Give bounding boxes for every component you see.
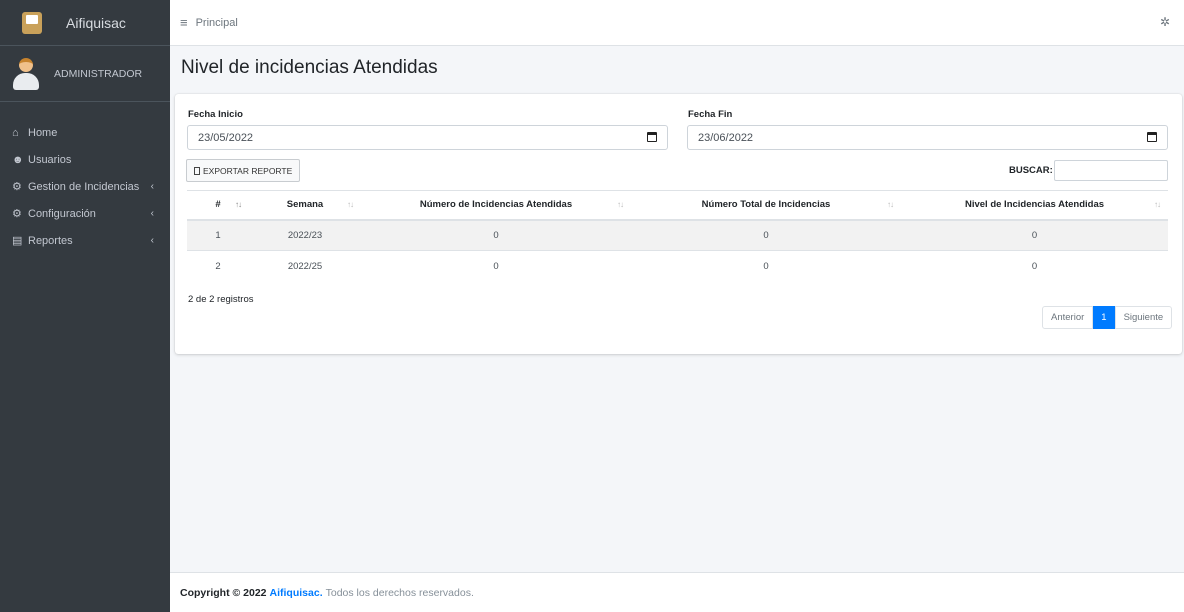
start-date-label: Fecha Inicio [188,109,243,120]
sidebar-item-configuracion[interactable]: ⚙ Configuración ‹ [0,200,170,227]
pagination: Anterior 1 Siguiente [1042,306,1173,329]
cell-semana: 2022/23 [249,219,361,251]
sort-icon: ↑↓ [1154,200,1161,209]
table-header-row: # ↑↓ Semana ↑↓ Número de Incidencias Atend… [187,190,1168,221]
column-header-semana[interactable]: Semana ↑↓ [249,190,361,221]
sidebar-item-gestion-incidencias[interactable]: ⚙ Gestion de Incidencias ‹ [0,173,170,200]
sidebar-item-usuarios[interactable]: ☻ Usuarios [0,146,170,173]
sidebar-item-reportes[interactable]: ▤ Reportes ‹ [0,227,170,254]
document-icon [194,166,200,175]
table-row[interactable]: 1 2022/23 0 0 0 [187,219,1168,251]
footer: Copyright © 2022 Aifiquisac. Todos los d… [170,572,1184,612]
sidebar-item-label: Home [28,126,58,139]
logo-icon [22,11,42,34]
start-date-value: 23/05/2022 [198,131,254,144]
column-header-nivel[interactable]: Nivel de Incidencias Atendidas ↑↓ [901,190,1168,221]
sidebar-nav: ⌂ Home ☻ Usuarios ⚙ Gestion de Incidenci… [0,102,170,254]
sidebar-item-label: Gestion de Incidencias [28,180,140,193]
footer-rights: Todos los derechos reservados. [325,586,474,599]
end-date-input[interactable]: 23/06/2022 [687,125,1168,150]
sidebar-item-home[interactable]: ⌂ Home [0,119,170,146]
chevron-left-icon: ‹ [150,235,154,246]
cell-total: 0 [631,250,901,282]
table-info: 2 de 2 registros [188,294,254,305]
sidebar-item-label: Usuarios [28,153,72,166]
breadcrumb[interactable]: Principal [196,17,238,29]
chart-icon: ▤ [12,235,23,247]
topbar: ≡ Principal ✲ [170,0,1184,46]
cell-number: 1 [187,219,249,251]
cogs-icon: ⚙ [12,181,22,193]
cell-atendidas: 0 [361,219,631,251]
sidebar-item-label: Configuración [28,207,96,220]
cell-semana: 2022/25 [249,250,361,282]
sort-icon: ↑↓ [617,200,624,209]
footer-copyright: Copyright © 2022 [180,586,267,599]
gear-icon[interactable]: ✲ [1160,15,1170,29]
user-name: ADMINISTRADOR [54,67,143,80]
cell-nivel: 0 [901,250,1168,282]
pagination-previous[interactable]: Anterior [1042,306,1094,329]
home-icon: ⌂ [12,126,19,139]
end-date-value: 23/06/2022 [698,131,754,144]
sort-icon: ↑↓ [887,200,894,209]
table-row[interactable]: 2 2022/25 0 0 0 [187,250,1168,282]
export-report-label: EXPORTAR REPORTE [203,165,293,176]
pagination-next[interactable]: Siguiente [1114,306,1173,329]
column-header-total[interactable]: Número Total de Incidencias ↑↓ [631,190,901,221]
users-icon: ☻ [12,153,24,166]
report-table: # ↑↓ Semana ↑↓ Número de Incidencias Atend… [187,190,1168,282]
page-title: Nivel de incidencias Atendidas [181,57,438,78]
footer-brand-link[interactable]: Aifiquisac. [270,587,323,599]
sort-icon: ↑↓ [235,200,242,209]
end-date-label: Fecha Fin [688,109,733,120]
cell-number: 2 [187,250,249,282]
calendar-icon[interactable] [1147,132,1157,142]
export-report-button[interactable]: EXPORTAR REPORTE [186,159,301,182]
cell-total: 0 [631,219,901,251]
search-label: BUSCAR: [1009,165,1053,176]
column-header-number[interactable]: # ↑↓ [187,190,249,221]
sort-icon: ↑↓ [347,200,354,209]
user-panel[interactable]: ADMINISTRADOR [0,46,170,102]
pagination-page[interactable]: 1 [1093,306,1115,329]
sidebar: Aifiquisac ADMINISTRADOR ⌂ Home ☻ Usuari… [0,0,170,612]
sidebar-item-label: Reportes [28,234,73,247]
calendar-icon[interactable] [647,132,657,142]
menu-toggle-icon[interactable]: ≡ [180,15,188,30]
brand-name: Aifiquisac [66,14,126,31]
column-header-atendidas[interactable]: Número de Incidencias Atendidas ↑↓ [361,190,631,221]
chevron-left-icon: ‹ [150,208,154,219]
cell-atendidas: 0 [361,250,631,282]
brand-link[interactable]: Aifiquisac [0,0,170,46]
search-input[interactable] [1054,160,1168,181]
chevron-left-icon: ‹ [150,181,154,192]
cogs-icon: ⚙ [12,208,22,220]
cell-nivel: 0 [901,219,1168,251]
report-card: Fecha Inicio 23/05/2022 Fecha Fin 23/06/… [175,94,1182,354]
start-date-input[interactable]: 23/05/2022 [187,125,668,150]
avatar [12,56,40,92]
